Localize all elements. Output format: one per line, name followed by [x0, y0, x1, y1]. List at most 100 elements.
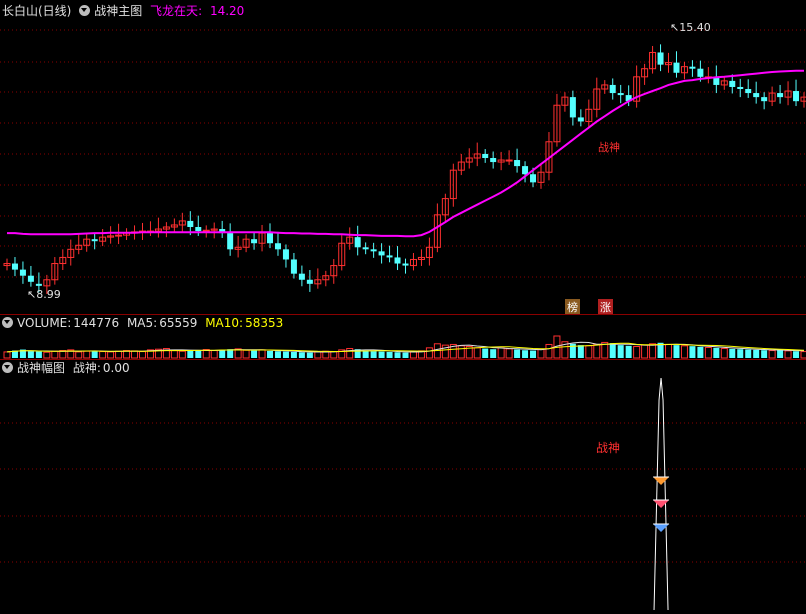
volume-bar	[75, 351, 83, 359]
volume-bar	[625, 345, 632, 358]
volume-bar	[633, 345, 641, 359]
volume-bar	[505, 348, 513, 359]
candle-body	[609, 84, 616, 94]
volume-bar	[665, 343, 673, 359]
volume-bar	[593, 343, 601, 359]
volume-bar	[178, 350, 186, 359]
volume-bar	[673, 345, 680, 358]
candle-body	[697, 68, 704, 77]
candle-body	[514, 160, 521, 167]
candle-body	[370, 249, 377, 252]
diamond-red-icon	[653, 499, 670, 508]
volume-bar	[170, 350, 178, 359]
volume-bar	[689, 346, 696, 358]
volume-bar	[3, 351, 11, 359]
volume-bar	[800, 351, 806, 359]
volume-bar	[362, 350, 369, 358]
volume-bar	[251, 350, 258, 358]
volume-bar	[720, 348, 728, 359]
volume-bar	[290, 351, 297, 358]
candle-body	[267, 233, 274, 244]
volume-bar	[680, 345, 688, 359]
sub-panel[interactable]: 战神幅图 战神: 0.00 战神	[0, 360, 806, 614]
volume-bar	[530, 350, 537, 358]
volume-bar	[131, 350, 139, 359]
candle-body	[657, 52, 664, 65]
candle-body	[11, 263, 18, 270]
volume-bar	[537, 348, 545, 359]
volume-bar	[35, 351, 42, 358]
volume-bar	[777, 349, 784, 358]
volume-bar	[402, 352, 409, 358]
candle-body	[386, 255, 393, 258]
volume-bar	[784, 350, 792, 359]
candle-body	[354, 237, 361, 248]
volume-bar	[330, 351, 338, 359]
volume-bar	[187, 350, 194, 358]
volume-bar	[617, 345, 624, 358]
candle-body	[777, 93, 784, 98]
candle-body	[569, 97, 576, 118]
candle-body	[91, 239, 98, 242]
candle-body	[737, 86, 744, 89]
diamond-orange-icon	[653, 476, 670, 485]
volume-bar	[482, 348, 489, 358]
volume-bar	[793, 351, 800, 358]
volume-bar	[497, 347, 505, 359]
volume-bar	[641, 344, 649, 359]
candle-body	[35, 283, 42, 286]
volume-bar	[138, 351, 146, 359]
signal-chart[interactable]	[0, 360, 806, 614]
volume-bar	[346, 348, 354, 359]
volume-bar	[83, 350, 91, 359]
volume-bar	[609, 343, 616, 358]
candle-body	[298, 273, 305, 280]
volume-bar	[577, 345, 584, 358]
candle-body	[793, 91, 800, 102]
volume-bar	[242, 349, 250, 359]
volume-bar	[43, 351, 51, 359]
candle-body	[227, 233, 234, 250]
volume-bar	[227, 349, 234, 358]
volume-bar	[425, 347, 433, 359]
volume-bar	[219, 349, 226, 358]
low-price-marker: ↖8.99	[27, 288, 61, 301]
volume-bar	[473, 347, 481, 359]
sub-signal-text: 战神	[596, 441, 621, 455]
volume-bar	[378, 351, 385, 358]
candlestick-chart[interactable]	[0, 0, 806, 314]
volume-bar	[761, 350, 768, 358]
signal-spike	[653, 377, 669, 611]
candle-body	[689, 66, 696, 69]
volume-bar	[768, 350, 776, 359]
volume-bar	[314, 351, 322, 359]
volume-bar	[195, 350, 202, 358]
candle-body	[19, 269, 26, 276]
volume-bar	[545, 343, 553, 359]
volume-bar	[490, 349, 497, 358]
volume-bar	[210, 350, 218, 359]
candle-body	[115, 234, 123, 237]
candle-body	[282, 249, 289, 260]
candle-body	[753, 93, 760, 98]
volume-bar	[745, 349, 752, 358]
candle-body	[617, 93, 624, 96]
volume-bar	[99, 351, 107, 359]
volume-bar	[306, 352, 313, 358]
volume-bar	[91, 350, 98, 358]
volume-panel[interactable]: VOLUME: 144776 MA5: 65559 MA10: 58353	[0, 315, 806, 359]
candle-body	[745, 89, 752, 94]
volume-bar	[51, 350, 59, 359]
volume-chart[interactable]	[0, 315, 806, 359]
volume-bar	[729, 348, 736, 358]
volume-bar	[27, 351, 34, 358]
candle-body	[530, 174, 537, 183]
volume-bar	[585, 345, 593, 359]
volume-bar	[704, 347, 712, 359]
candle-body	[27, 275, 34, 282]
candle-body	[306, 279, 313, 284]
main-chart-panel[interactable]: 长白山(日线) 战神主图 飞龙在天: 14.20 ↖15.40 ↖8.99 战神…	[0, 0, 806, 315]
volume-bar	[107, 351, 115, 359]
candle-body	[394, 257, 401, 264]
candle-body	[729, 80, 736, 87]
